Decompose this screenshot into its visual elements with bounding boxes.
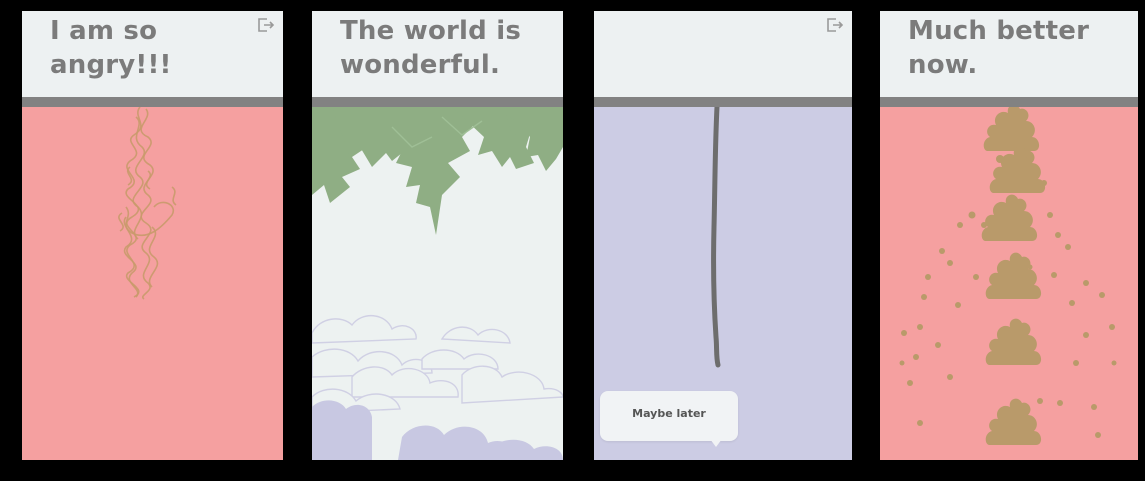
screen-title: Much better now. (908, 16, 1090, 80)
header-divider (22, 97, 283, 107)
popup-tail (710, 439, 722, 447)
purple-area: Maybe later (594, 107, 852, 460)
poop-area (880, 107, 1138, 460)
screen-better: Much better now. (880, 11, 1138, 460)
screen-header: I am so angry!!! (22, 11, 283, 97)
scribble-stream (118, 107, 177, 300)
angry-area (22, 107, 283, 460)
header-divider (312, 97, 563, 107)
exit-icon[interactable] (257, 17, 275, 33)
screen-angry: I am so angry!!! (22, 11, 283, 460)
screen-header: Much better now. (880, 11, 1138, 97)
header-divider (594, 97, 852, 107)
screen-header: The world is wonderful. (312, 11, 563, 97)
maybe-later-label: Maybe later (632, 407, 706, 420)
screen-title: The world is wonderful. (340, 16, 521, 80)
screen-header (594, 11, 852, 97)
exit-icon[interactable] (826, 17, 844, 33)
screen-title: I am so angry!!! (50, 16, 172, 80)
screen-popup: Maybe later (594, 11, 852, 460)
forest-and-clouds (312, 107, 563, 460)
poop-shower (899, 107, 1117, 445)
sky-area (312, 107, 563, 460)
header-divider (880, 97, 1138, 107)
poop-icon (981, 107, 1046, 445)
screen-wonderful: The world is wonderful. (312, 11, 563, 460)
maybe-later-button[interactable]: Maybe later (600, 391, 738, 447)
